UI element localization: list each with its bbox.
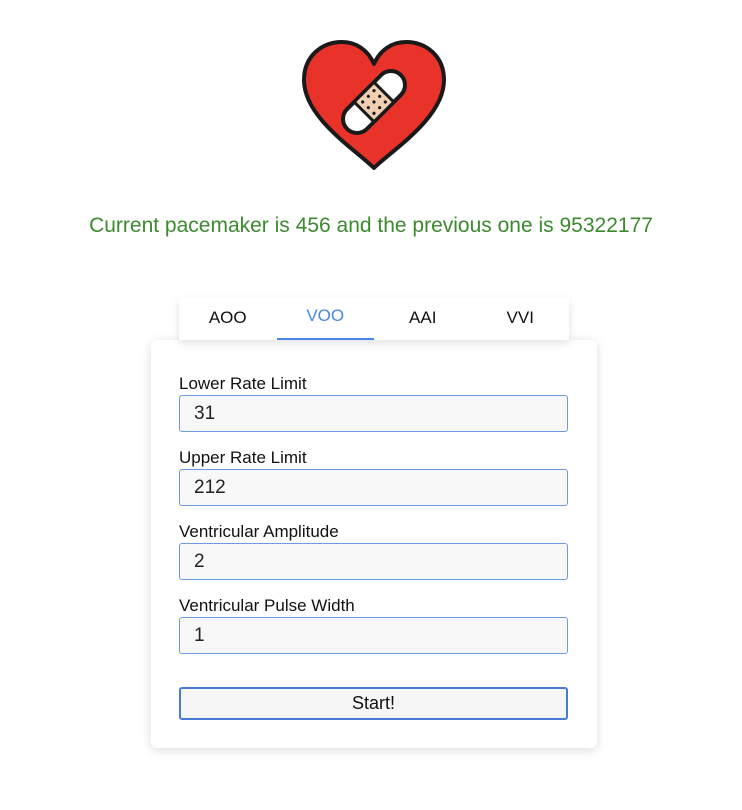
tab-aoo[interactable]: AOO (179, 298, 277, 340)
lower-rate-limit-input[interactable] (179, 395, 568, 432)
pacemaker-status-text: Current pacemaker is 456 and the previou… (89, 214, 653, 237)
parameters-form: Lower Rate Limit Upper Rate Limit Ventri… (151, 340, 597, 748)
ventricular-pulse-width-input[interactable] (179, 617, 568, 654)
page: Current pacemaker is 456 and the previou… (0, 0, 742, 810)
mode-tabs: AOO VOO AAI VVI (179, 298, 569, 340)
tab-aai[interactable]: AAI (374, 298, 472, 340)
tab-voo[interactable]: VOO (276, 298, 375, 340)
ventricular-amplitude-input[interactable] (179, 543, 568, 580)
lower-rate-limit-label: Lower Rate Limit (179, 374, 307, 393)
upper-rate-limit-input[interactable] (179, 469, 568, 506)
ventricular-pulse-width-label: Ventricular Pulse Width (179, 596, 355, 615)
tab-vvi[interactable]: VVI (472, 298, 570, 340)
heart-bandage-icon (296, 38, 452, 172)
start-button[interactable]: Start! (179, 687, 568, 720)
tab-label: VVI (506, 308, 534, 327)
upper-rate-limit-label: Upper Rate Limit (179, 448, 307, 467)
ventricular-amplitude-label: Ventricular Amplitude (179, 522, 339, 541)
tab-label: AOO (208, 308, 247, 327)
tab-label: AAI (409, 308, 437, 327)
tab-label: VOO (306, 306, 345, 325)
